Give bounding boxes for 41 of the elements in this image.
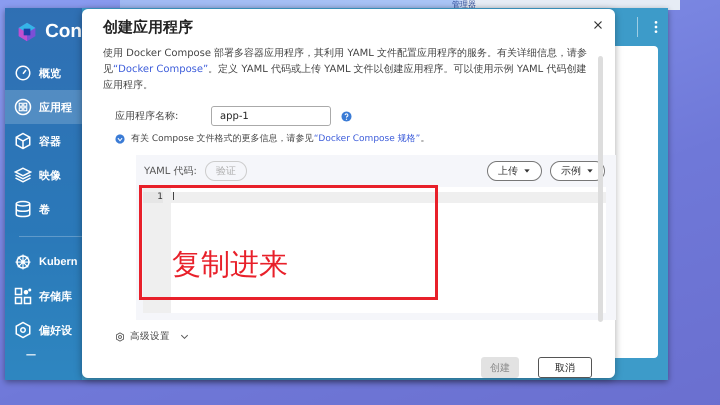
info-text: 有关 Compose 文件格式的更多信息，请参见“Docker Compose 规格”。 — [131, 132, 430, 145]
field-label: 应用程序名称: — [115, 110, 180, 123]
sidebar-icon — [14, 166, 32, 184]
name-field[interactable]: app-1 — [211, 106, 331, 126]
sidebar-icon — [14, 64, 32, 82]
sidebar-item[interactable]: 存储库 — [5, 279, 82, 313]
dialog-title: 创建应用程序 — [103, 17, 193, 37]
sidebar-icon — [14, 253, 32, 271]
scrollbar[interactable] — [598, 56, 603, 322]
dropdown-button[interactable]: 上传 — [487, 161, 542, 181]
help-icon[interactable] — [341, 110, 352, 122]
settings-icon — [115, 332, 125, 342]
sidebar-item[interactable]: 应用程 — [5, 90, 82, 124]
caret-icon — [523, 167, 531, 175]
cancel-button[interactable]: 取消 — [538, 357, 592, 378]
caret-icon — [586, 167, 594, 175]
sidebar-icon — [14, 200, 32, 218]
sidebar-icon — [14, 132, 32, 150]
app-name: Con — [45, 21, 82, 43]
close-button[interactable] — [592, 19, 604, 31]
text-cursor — [173, 192, 174, 200]
close-icon — [592, 19, 604, 31]
line-number: 1 — [143, 192, 163, 203]
sidebar-item[interactable]: 概览 — [5, 56, 82, 90]
sidebar-icon — [14, 321, 32, 339]
sidebar-item[interactable]: 偏好设 — [5, 313, 82, 347]
docs-link[interactable]: “Docker Compose” — [113, 64, 208, 75]
field-label: YAML 代码: — [144, 165, 197, 178]
dropdown-button[interactable]: 示例 — [550, 161, 605, 181]
spec-link[interactable]: “Docker Compose 规格” — [314, 134, 420, 144]
sidebar-icon — [14, 287, 32, 305]
advanced-settings-toggle[interactable]: 高级设置 — [115, 330, 190, 343]
info-icon — [115, 134, 125, 144]
description-text: 使用 Docker Compose 部署多容器应用程序，其利用 YAML 文件配置应用程序的服务。有关详细信息，请参见“Docker Compose”。定义 YAML 代码或上传 YAML 文件以创建应用程序。可以使用示例 YAML 代码创建应用程序。 — [103, 46, 588, 93]
sidebar-item[interactable]: 容器 — [5, 124, 82, 158]
annotation-text: 复制进来 — [172, 247, 288, 281]
sidebar-item[interactable]: 映像 — [5, 158, 82, 192]
sidebar-item[interactable]: Kubern — [5, 245, 82, 279]
sidebar-icon — [14, 98, 32, 116]
sidebar-item[interactable]: 卷 — [5, 192, 82, 226]
window-title: 管理器 — [452, 0, 476, 9]
